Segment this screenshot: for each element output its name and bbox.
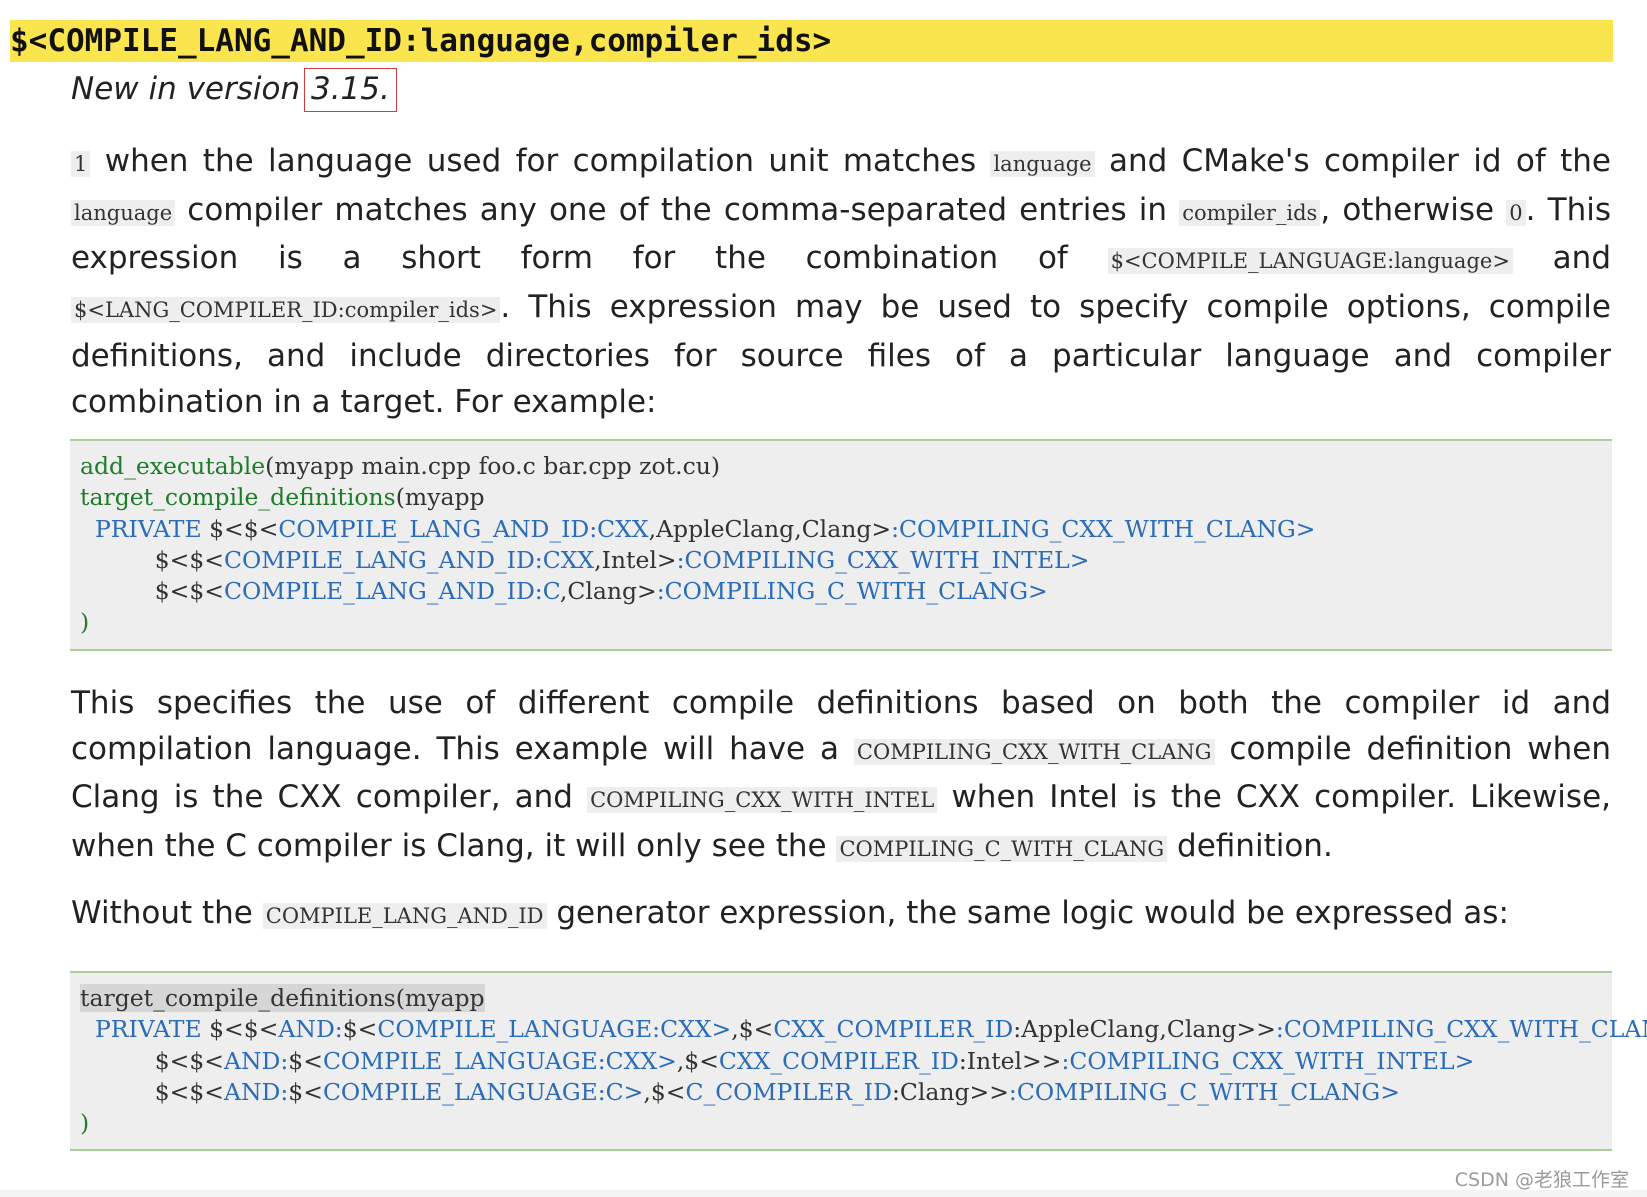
code-token: $<$< <box>80 577 224 606</box>
code-token: COMPILE_LANG_AND_ID:C <box>223 577 560 606</box>
inline-code: $<LANG_COMPILER_ID:compiler_ids> <box>71 297 501 324</box>
code-token: :Clang>> <box>891 1077 1009 1106</box>
code-token: ) <box>80 608 90 637</box>
code-token: CXX_COMPILER_ID <box>718 1046 959 1075</box>
code-line: target_compile_definitions(myapp <box>80 983 1647 1014</box>
code-token: target_compile_definitions(myapp <box>80 984 485 1012</box>
code-token: AND: <box>223 1077 289 1106</box>
version-number: 3.15. <box>303 68 397 112</box>
inline-code: compiler_ids <box>1179 199 1321 226</box>
code-token: ,$< <box>731 1015 774 1044</box>
alternative-paragraph: Without the COMPILE_LANG_AND_ID generato… <box>71 891 1611 939</box>
code-token: ,$< <box>676 1046 719 1075</box>
inline-code: language <box>71 199 176 226</box>
code-token: ,Intel> <box>594 545 677 574</box>
watermark: CSDN @老狼工作室 <box>1454 1169 1629 1191</box>
code-listing: target_compile_definitions(myapp PRIVATE… <box>80 983 1647 1139</box>
code-token: $< <box>342 1015 378 1044</box>
code-token: C_COMPILER_ID <box>685 1077 892 1106</box>
code-token: $<$< <box>201 514 279 543</box>
code-token: COMPILE_LANG_AND_ID:CXX <box>223 545 595 574</box>
code-token: :COMPILING_CXX_WITH_INTEL> <box>1061 1046 1475 1075</box>
paragraph-text: Without the <box>71 895 263 931</box>
version-prefix: New in version <box>71 71 310 107</box>
code-line: target_compile_definitions(myapp <box>80 482 1316 513</box>
code-listing: add_executable(myapp main.cpp foo.c bar.… <box>80 451 1316 639</box>
inline-code: 1 <box>71 151 91 177</box>
code-token: :COMPILING_C_WITH_CLANG> <box>656 577 1048 606</box>
paragraph-text: compiler matches any one of the comma-se… <box>175 191 1180 228</box>
signature-heading: $<COMPILE_LANG_AND_ID:language,compiler_… <box>10 20 1613 62</box>
code-token: add_executable <box>80 452 266 480</box>
explanation-paragraph: This specifies the use of different comp… <box>71 681 1611 873</box>
paragraph-text: generator expression, the same logic wou… <box>546 895 1509 931</box>
code-token: :COMPILING_CXX_WITH_INTEL> <box>676 545 1090 574</box>
inline-code: COMPILING_CXX_WITH_CLANG <box>853 738 1215 765</box>
inline-code: $<COMPILE_LANGUAGE:language> <box>1107 248 1513 275</box>
code-line: $<$<COMPILE_LANG_AND_ID:CXX,Intel>:COMPI… <box>80 545 1316 576</box>
paragraph-text: and CMake's compiler id of the <box>1094 143 1611 179</box>
code-line: ) <box>80 1108 1647 1139</box>
code-line: PRIVATE $<$<AND:$<COMPILE_LANGUAGE:CXX>,… <box>80 1014 1647 1045</box>
code-token: $<$< <box>80 1046 224 1075</box>
description-paragraph: 1 when the language used for compilation… <box>71 139 1611 425</box>
code-line: add_executable(myapp main.cpp foo.c bar.… <box>80 451 1316 482</box>
code-token: ,$< <box>643 1077 686 1106</box>
code-token: $<$< <box>80 1077 224 1106</box>
inline-code: COMPILE_LANG_AND_ID <box>262 903 547 929</box>
code-token: ,Clang> <box>559 577 657 606</box>
code-token: COMPILE_LANGUAGE:CXX> <box>322 1046 677 1075</box>
code-token: COMPILE_LANGUAGE:CXX> <box>377 1015 732 1044</box>
code-token: :COMPILING_CXX_WITH_CLANG> <box>1275 1015 1647 1044</box>
code-token: :AppleClang,Clang>> <box>1013 1015 1276 1044</box>
code-line: $<$<AND:$<COMPILE_LANGUAGE:C>,$<C_COMPIL… <box>80 1077 1647 1108</box>
inline-code: 0 <box>1506 199 1526 226</box>
code-token: $< <box>288 1046 323 1075</box>
version-note: New in version 3.15. <box>71 68 397 112</box>
code-token: COMPILE_LANG_AND_ID:CXX <box>278 514 649 543</box>
code-token: $<$< <box>80 545 224 574</box>
code-token: :COMPILING_CXX_WITH_CLANG> <box>891 514 1316 543</box>
code-line: ) <box>80 607 1316 638</box>
code-token: $< <box>288 1077 323 1106</box>
code-token: (myapp <box>395 483 485 512</box>
code-token: PRIVATE <box>94 514 202 543</box>
code-token: AND: <box>278 1015 343 1044</box>
code-token: (myapp main.cpp foo.c bar.cpp zot.cu) <box>265 452 721 480</box>
code-token: $<$< <box>201 1015 279 1044</box>
code-token: PRIVATE <box>94 1015 202 1044</box>
inline-code: language <box>990 151 1095 177</box>
code-token: :Intel>> <box>958 1046 1062 1075</box>
code-token: target_compile_definitions <box>80 483 396 512</box>
bottom-divider <box>0 1190 1647 1197</box>
paragraph-text: when the language used for compilation u… <box>90 143 991 179</box>
code-block-alternative: target_compile_definitions(myapp PRIVATE… <box>70 971 1647 1151</box>
code-line: $<$<AND:$<COMPILE_LANGUAGE:CXX>,$<CXX_CO… <box>80 1046 1647 1077</box>
paragraph-text: , otherwise <box>1320 191 1507 228</box>
code-token: COMPILE_LANGUAGE:C> <box>322 1077 644 1106</box>
code-line: $<$<COMPILE_LANG_AND_ID:C,Clang>:COMPILI… <box>80 576 1316 607</box>
code-block-example: add_executable(myapp main.cpp foo.c bar.… <box>70 439 1612 651</box>
code-token: ,AppleClang,Clang> <box>648 514 892 543</box>
paragraph-text: and <box>1512 240 1611 277</box>
code-token: CXX_COMPILER_ID <box>773 1015 1014 1044</box>
inline-code: COMPILING_C_WITH_CLANG <box>836 836 1168 863</box>
paragraph-text: definition. <box>1167 828 1333 865</box>
code-token: AND: <box>223 1046 289 1075</box>
code-token: ) <box>80 1109 90 1138</box>
code-token: :COMPILING_C_WITH_CLANG> <box>1008 1077 1400 1106</box>
inline-code: COMPILING_CXX_WITH_INTEL <box>587 787 938 814</box>
code-line: PRIVATE $<$<COMPILE_LANG_AND_ID:CXX,Appl… <box>80 514 1316 545</box>
